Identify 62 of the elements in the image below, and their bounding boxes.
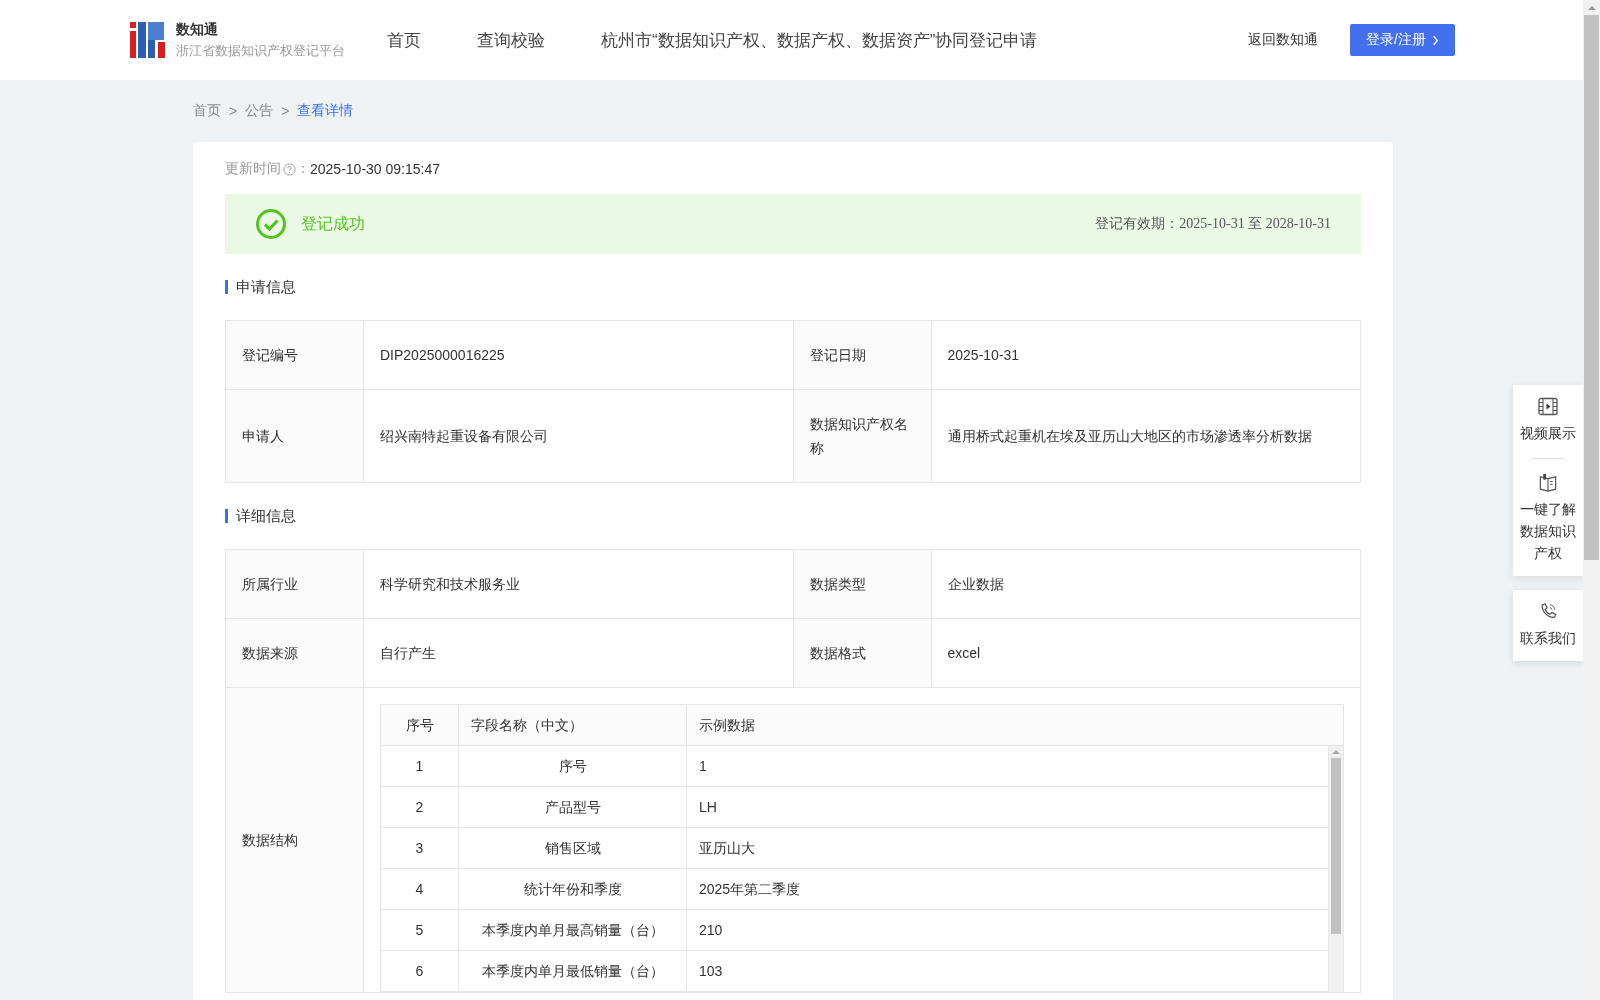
- side-panel-item[interactable]: 联系我们: [1518, 602, 1578, 649]
- nav-link[interactable]: 杭州市“数据知识产权、数据产权、数据资产”协同登记申请: [601, 28, 1038, 52]
- table-cell: 4: [380, 868, 459, 910]
- table-cell: 1: [380, 745, 459, 787]
- table-cell: 3: [380, 827, 459, 869]
- update-time: 2025-10-30 09:15:47: [310, 161, 440, 177]
- table-cell: 统计年份和季度: [458, 868, 687, 910]
- field-value: 2025-10-31: [931, 320, 1361, 390]
- table-cell: 2: [380, 786, 459, 828]
- table-cell: 产品型号: [458, 786, 687, 828]
- table-cell: 5: [380, 909, 459, 951]
- scrollbar[interactable]: [1328, 746, 1343, 992]
- section-title: 详细信息: [225, 509, 1361, 523]
- side-panel-item[interactable]: 一键了解数据知识产权: [1518, 473, 1578, 564]
- nav-link[interactable]: 首页: [387, 28, 421, 52]
- field-value: excel: [931, 618, 1361, 688]
- column-header: 序号: [380, 704, 459, 746]
- field-label: 数据格式: [793, 618, 931, 688]
- site-subtitle: 浙江省数据知识产权登记平台: [176, 41, 345, 60]
- breadcrumb-separator: >: [281, 103, 290, 119]
- scroll-up-arrow-icon[interactable]: [1587, 5, 1596, 11]
- scrollbar[interactable]: [1583, 0, 1600, 1000]
- field-label: 登记编号: [225, 320, 364, 390]
- column-header: 示例数据: [686, 704, 1344, 746]
- help-icon: [283, 162, 296, 176]
- book-icon: [1538, 473, 1558, 492]
- chevron-icon: [1432, 34, 1439, 46]
- field-value: 绍兴南特起重设备有限公司: [363, 389, 793, 483]
- nav-link[interactable]: 查询校验: [477, 28, 545, 52]
- login-button[interactable]: 登录/注册: [1350, 24, 1455, 56]
- field-value: 企业数据: [931, 549, 1361, 619]
- field-label: 所属行业: [225, 549, 364, 619]
- field-label: 数据知识产权名称: [793, 389, 931, 483]
- table-cell: 本季度内单月最高销量（台）: [458, 909, 687, 951]
- field-label: 登记日期: [793, 320, 931, 390]
- update-colon: ：: [296, 160, 310, 178]
- field-value: DIP2025000016225: [363, 320, 793, 390]
- table-cell: 序号: [458, 745, 687, 787]
- table-cell: 销售区域: [458, 827, 687, 869]
- field-label: 数据结构: [225, 687, 364, 993]
- table-cell: 本季度内单月最低销量（台）: [458, 950, 687, 992]
- film-icon: [1538, 397, 1558, 416]
- validity-period: 登记有效期：2025-10-31 至 2028-10-31: [1095, 215, 1331, 233]
- field-label: 申请人: [225, 389, 364, 483]
- scroll-up-arrow-icon[interactable]: [1332, 749, 1340, 755]
- section-title: 申请信息: [225, 280, 1361, 294]
- status-text: 登记成功: [301, 213, 366, 234]
- field-label: 数据类型: [793, 549, 931, 619]
- field-value: 通用桥式起重机在埃及亚历山大地区的市场渗透率分析数据: [931, 389, 1361, 483]
- field-value: 科学研究和技术服务业: [363, 549, 793, 619]
- check-circle-icon: [255, 208, 287, 240]
- table-cell: 6: [380, 950, 459, 992]
- breadcrumb-separator: >: [229, 103, 238, 119]
- side-panel-item[interactable]: 视频展示: [1518, 397, 1578, 444]
- site-title: 数知通: [176, 20, 219, 39]
- field-value: 自行产生: [363, 618, 793, 688]
- breadcrumb-link[interactable]: 查看详情: [297, 102, 354, 120]
- return-link[interactable]: 返回数知通: [1248, 31, 1319, 49]
- update-label: 更新时间: [225, 160, 281, 178]
- column-header: 字段名称（中文）: [458, 704, 687, 746]
- field-label: 数据来源: [225, 618, 364, 688]
- logo-icon: [130, 22, 166, 58]
